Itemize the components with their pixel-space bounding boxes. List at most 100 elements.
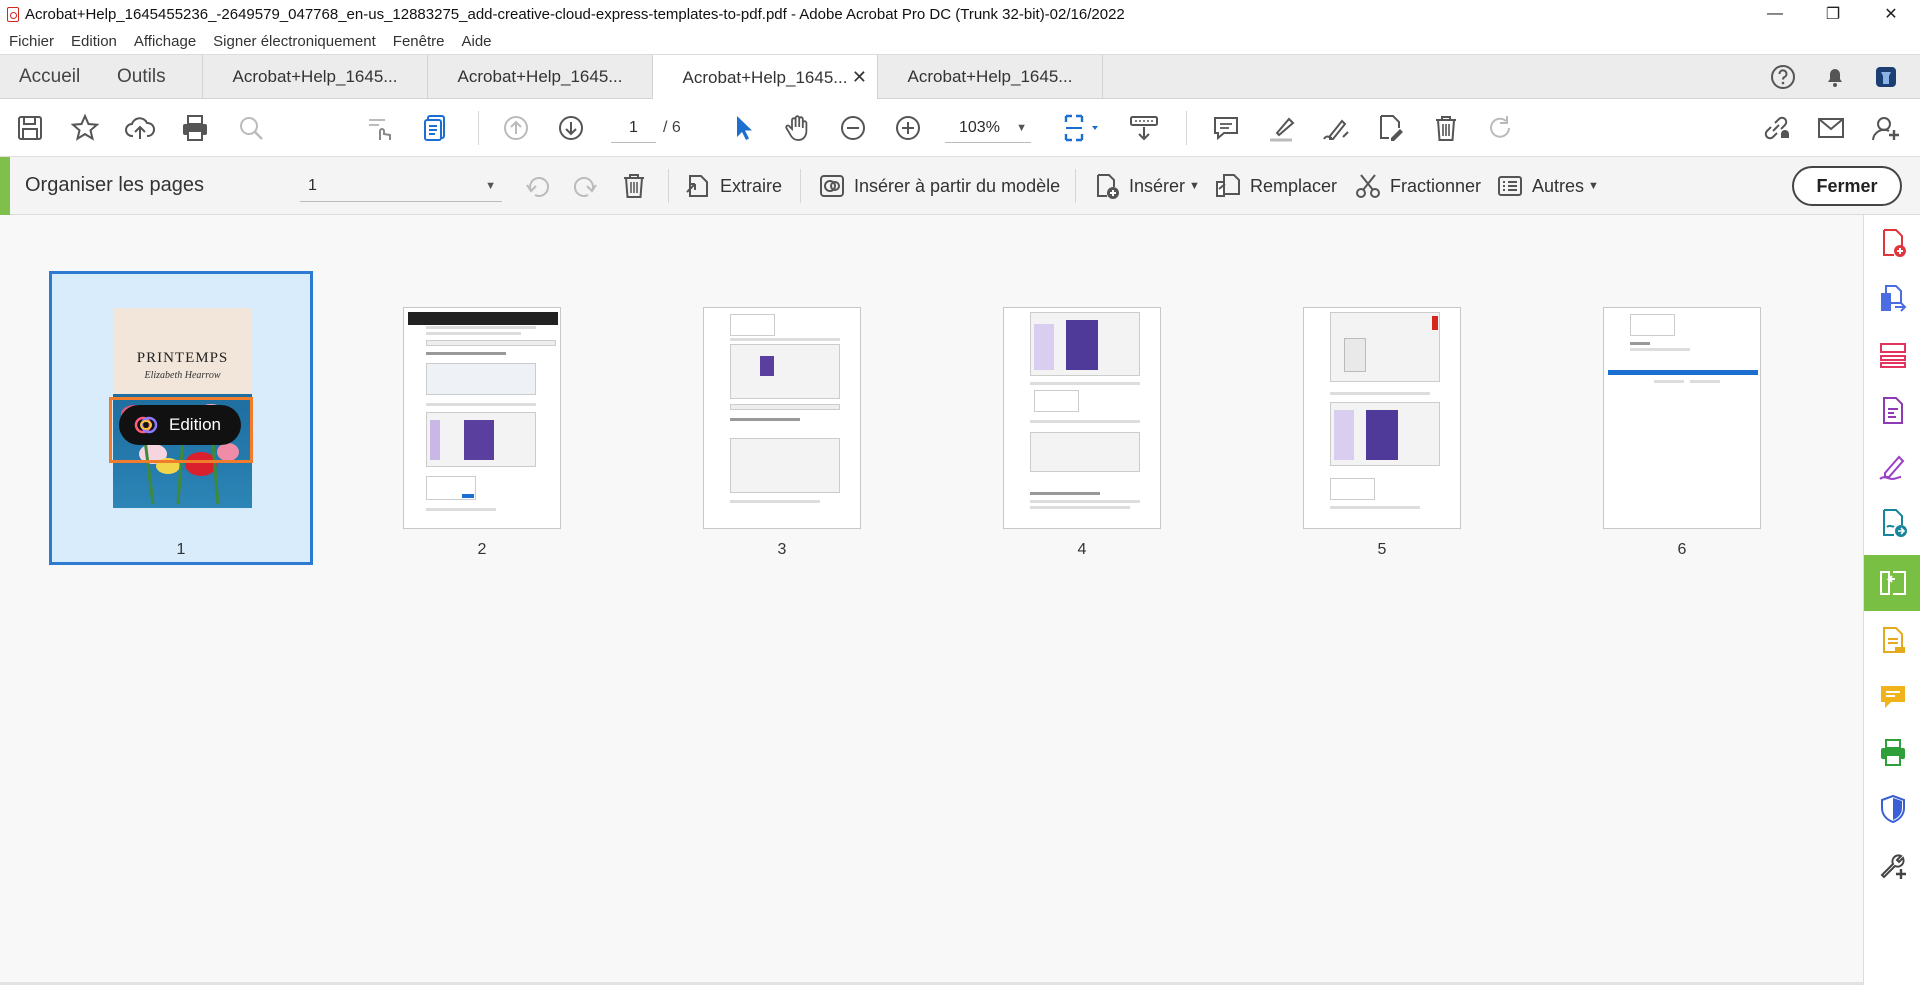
- edit-in-cc-express-button[interactable]: Edition: [119, 405, 241, 445]
- create-pdf-icon[interactable]: [1877, 227, 1909, 259]
- user-avatar-icon[interactable]: [1872, 63, 1900, 91]
- window-controls: — ❐ ✕: [1746, 0, 1920, 28]
- menu-help[interactable]: Aide: [461, 33, 491, 50]
- email-icon[interactable]: [1815, 112, 1847, 144]
- edit-pdf-icon[interactable]: [1877, 339, 1909, 371]
- select-pointer-icon[interactable]: [727, 112, 759, 144]
- menu-window[interactable]: Fenêtre: [393, 33, 445, 50]
- extract-icon: [686, 175, 708, 197]
- close-tab-icon[interactable]: ✕: [852, 67, 867, 88]
- organize-pages-icon[interactable]: [1877, 567, 1909, 599]
- fit-page-width-icon[interactable]: [1060, 112, 1102, 144]
- previous-page-icon[interactable]: [500, 112, 532, 144]
- page-thumbnails-icon[interactable]: [420, 112, 452, 144]
- cloud-upload-icon[interactable]: [124, 112, 156, 144]
- page-range-select[interactable]: 1 ▼: [300, 170, 502, 202]
- current-page-input[interactable]: 1: [611, 113, 656, 143]
- delete-trash-icon[interactable]: [1430, 112, 1462, 144]
- split-button[interactable]: Fractionner: [1354, 171, 1481, 201]
- share-link-icon[interactable]: [1760, 112, 1792, 144]
- zoom-in-icon[interactable]: [892, 112, 924, 144]
- protect-shield-icon[interactable]: [1877, 793, 1909, 825]
- thumb-purple-cover: [760, 356, 774, 376]
- print-production-icon[interactable]: [1877, 737, 1909, 769]
- menu-file[interactable]: Fichier: [9, 33, 54, 50]
- insert-label: Insérer: [1129, 175, 1186, 196]
- thumb-dialog: [1330, 478, 1375, 500]
- print-icon[interactable]: [179, 112, 211, 144]
- page-thumbnail-4[interactable]: [1003, 307, 1161, 529]
- insert-dropdown-button[interactable]: Insérer ▼: [1093, 171, 1200, 201]
- thumb-text-line: [1654, 380, 1684, 383]
- thumb-text-line: [1330, 392, 1430, 395]
- doc-tab-4[interactable]: Acrobat+Help_1645...: [877, 55, 1103, 99]
- minimize-button[interactable]: —: [1746, 0, 1804, 28]
- creative-cloud-express-logo-icon: [134, 416, 158, 434]
- save-icon[interactable]: [14, 112, 46, 144]
- doc-tab-2[interactable]: Acrobat+Help_1645...: [427, 55, 652, 99]
- menu-e-sign[interactable]: Signer électroniquement: [213, 33, 376, 50]
- extract-button[interactable]: Extraire: [684, 171, 782, 201]
- scan-ocr-icon[interactable]: [1877, 625, 1909, 657]
- page-thumbnail-2[interactable]: [403, 307, 561, 529]
- rotate-left-icon[interactable]: [523, 171, 553, 201]
- menu-view[interactable]: Affichage: [134, 33, 196, 50]
- doc-tab-label: Acrobat+Help_1645...: [232, 67, 398, 86]
- restore-button[interactable]: ❐: [1804, 0, 1862, 28]
- more-options-button[interactable]: Autres ▼: [1496, 171, 1599, 201]
- page-thumbnail-5[interactable]: [1303, 307, 1461, 529]
- close-window-button[interactable]: ✕: [1862, 0, 1920, 28]
- delete-pages-icon[interactable]: [619, 171, 649, 201]
- redo-icon[interactable]: [1485, 112, 1517, 144]
- title-bar: Acrobat+Help_1645455236_-2649579_047768_…: [0, 0, 1920, 28]
- doc-tab-1[interactable]: Acrobat+Help_1645...: [202, 55, 427, 99]
- combine-files-icon[interactable]: [1877, 283, 1909, 315]
- chevron-down-icon: ▼: [485, 180, 496, 192]
- organize-pages-title: Organiser les pages: [25, 174, 204, 196]
- hand-tool-icon[interactable]: [782, 112, 814, 144]
- tab-tools[interactable]: Outils: [117, 55, 166, 99]
- insert-from-template-label: Insérer à partir du modèle: [854, 175, 1061, 196]
- add-user-share-icon[interactable]: [1870, 112, 1902, 144]
- thumb-text-line: [1630, 348, 1690, 351]
- zoom-level-select[interactable]: 103% ▼: [945, 113, 1031, 143]
- page-number-3: 3: [777, 541, 787, 558]
- menu-edit[interactable]: Edition: [71, 33, 117, 50]
- insert-from-template-button[interactable]: Insérer à partir du modèle: [818, 171, 1060, 201]
- thumb-blue-band: [1608, 370, 1758, 375]
- help-icon[interactable]: [1769, 63, 1797, 91]
- total-pages: / 6: [663, 119, 681, 136]
- page-thumbnail-6[interactable]: [1603, 307, 1761, 529]
- fill-sign-icon[interactable]: [1877, 451, 1909, 483]
- notifications-bell-icon[interactable]: [1821, 63, 1849, 91]
- close-tool-button[interactable]: Fermer: [1792, 166, 1902, 206]
- toolbar-separator: [478, 111, 479, 145]
- organize-pages-toolbar: Organiser les pages 1 ▼ Extraire Insérer …: [0, 157, 1920, 215]
- replace-button[interactable]: Remplacer: [1214, 171, 1337, 201]
- page-thumbnails-canvas: PRINTEMPS Elizabeth Hearrow Edition 1 2 …: [0, 215, 1863, 985]
- draw-signature-icon[interactable]: [1320, 112, 1352, 144]
- rotate-right-icon[interactable]: [570, 171, 600, 201]
- right-tools-rail: [1863, 215, 1920, 985]
- comment-tool-icon[interactable]: [1877, 681, 1909, 713]
- comment-icon[interactable]: [1210, 112, 1242, 144]
- zoom-out-icon[interactable]: [837, 112, 869, 144]
- thumb-purple-cover: [464, 420, 494, 460]
- thumb-sidebar: [430, 420, 440, 460]
- chevron-down-icon: ▼: [1588, 180, 1599, 192]
- highlight-icon[interactable]: [1265, 112, 1297, 144]
- page-thumbnail-3[interactable]: [703, 307, 861, 529]
- export-pdf-icon[interactable]: [1877, 395, 1909, 427]
- touch-mode-icon[interactable]: [364, 112, 396, 144]
- scroll-mode-icon[interactable]: [1128, 112, 1160, 144]
- search-icon[interactable]: [235, 112, 267, 144]
- thumb-text-line: [1030, 500, 1140, 503]
- tab-home[interactable]: Accueil: [19, 55, 80, 99]
- bookmark-star-icon[interactable]: [69, 112, 101, 144]
- next-page-icon[interactable]: [555, 112, 587, 144]
- send-for-signature-icon[interactable]: [1877, 507, 1909, 539]
- doc-tab-3-active[interactable]: Acrobat+Help_1645... ✕: [652, 55, 877, 100]
- more-tools-wrench-icon[interactable]: [1877, 849, 1909, 881]
- page-number-4: 4: [1077, 541, 1087, 558]
- stamp-edit-icon[interactable]: [1374, 112, 1406, 144]
